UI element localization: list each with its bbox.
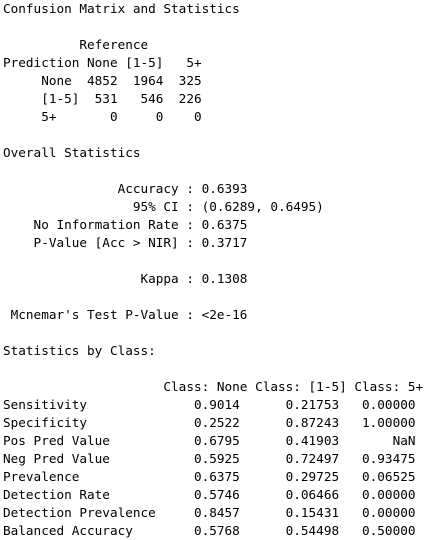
- output-line-accuracy: Accuracy : 0.6393: [3, 181, 248, 196]
- output-line-sensitivity: Sensitivity 0.9014 0.21753 0.00000: [3, 397, 416, 412]
- output-line-no-info-rate: No Information Rate : 0.6375: [3, 217, 248, 232]
- output-line-balanced-accuracy: Balanced Accuracy 0.5768 0.54498 0.50000: [3, 523, 416, 538]
- output-line-ci: 95% CI : (0.6289, 0.6495): [3, 199, 324, 214]
- output-line-matrix-row-none: None 4852 1964 325: [3, 73, 202, 88]
- output-line-reference-header: Reference: [3, 37, 149, 52]
- output-line-prevalence: Prevalence 0.6375 0.29725 0.06525: [3, 469, 416, 484]
- output-line-matrix-row-1-5: [1-5] 531 546 226: [3, 91, 202, 106]
- output-line-specificity: Specificity 0.2522 0.87243 1.00000: [3, 415, 416, 430]
- output-line-by-class-heading: Statistics by Class:: [3, 343, 156, 358]
- output-line-detection-prevalence: Detection Prevalence 0.8457 0.15431 0.00…: [3, 505, 416, 520]
- console-output: Confusion Matrix and Statistics Referenc…: [3, 0, 423, 540]
- output-line-blank: [3, 252, 423, 270]
- output-line-kappa: Kappa : 0.1308: [3, 271, 248, 286]
- output-line-blank: [3, 18, 423, 36]
- output-line-blank: [3, 162, 423, 180]
- output-line-pos-pred-value: Pos Pred Value 0.6795 0.41903 NaN: [3, 433, 416, 448]
- output-line-class-header: Class: None Class: [1-5] Class: 5+: [3, 379, 424, 394]
- output-line-neg-pred-value: Neg Pred Value 0.5925 0.72497 0.93475: [3, 451, 416, 466]
- output-line-blank: [3, 288, 423, 306]
- output-line-p-value: P-Value [Acc > NIR] : 0.3717: [3, 235, 248, 250]
- output-line-prediction-header: Prediction None [1-5] 5+: [3, 55, 202, 70]
- output-line-blank: [3, 360, 423, 378]
- output-line-mcnemar: Mcnemar's Test P-Value : <2e-16: [3, 307, 248, 322]
- output-line-blank: [3, 324, 423, 342]
- output-line-matrix-row-5plus: 5+ 0 0 0: [3, 109, 202, 124]
- output-line-overall-heading: Overall Statistics: [3, 145, 141, 160]
- output-line-title: Confusion Matrix and Statistics: [3, 1, 240, 16]
- output-line-detection-rate: Detection Rate 0.5746 0.06466 0.00000: [3, 487, 416, 502]
- output-line-blank: [3, 126, 423, 144]
